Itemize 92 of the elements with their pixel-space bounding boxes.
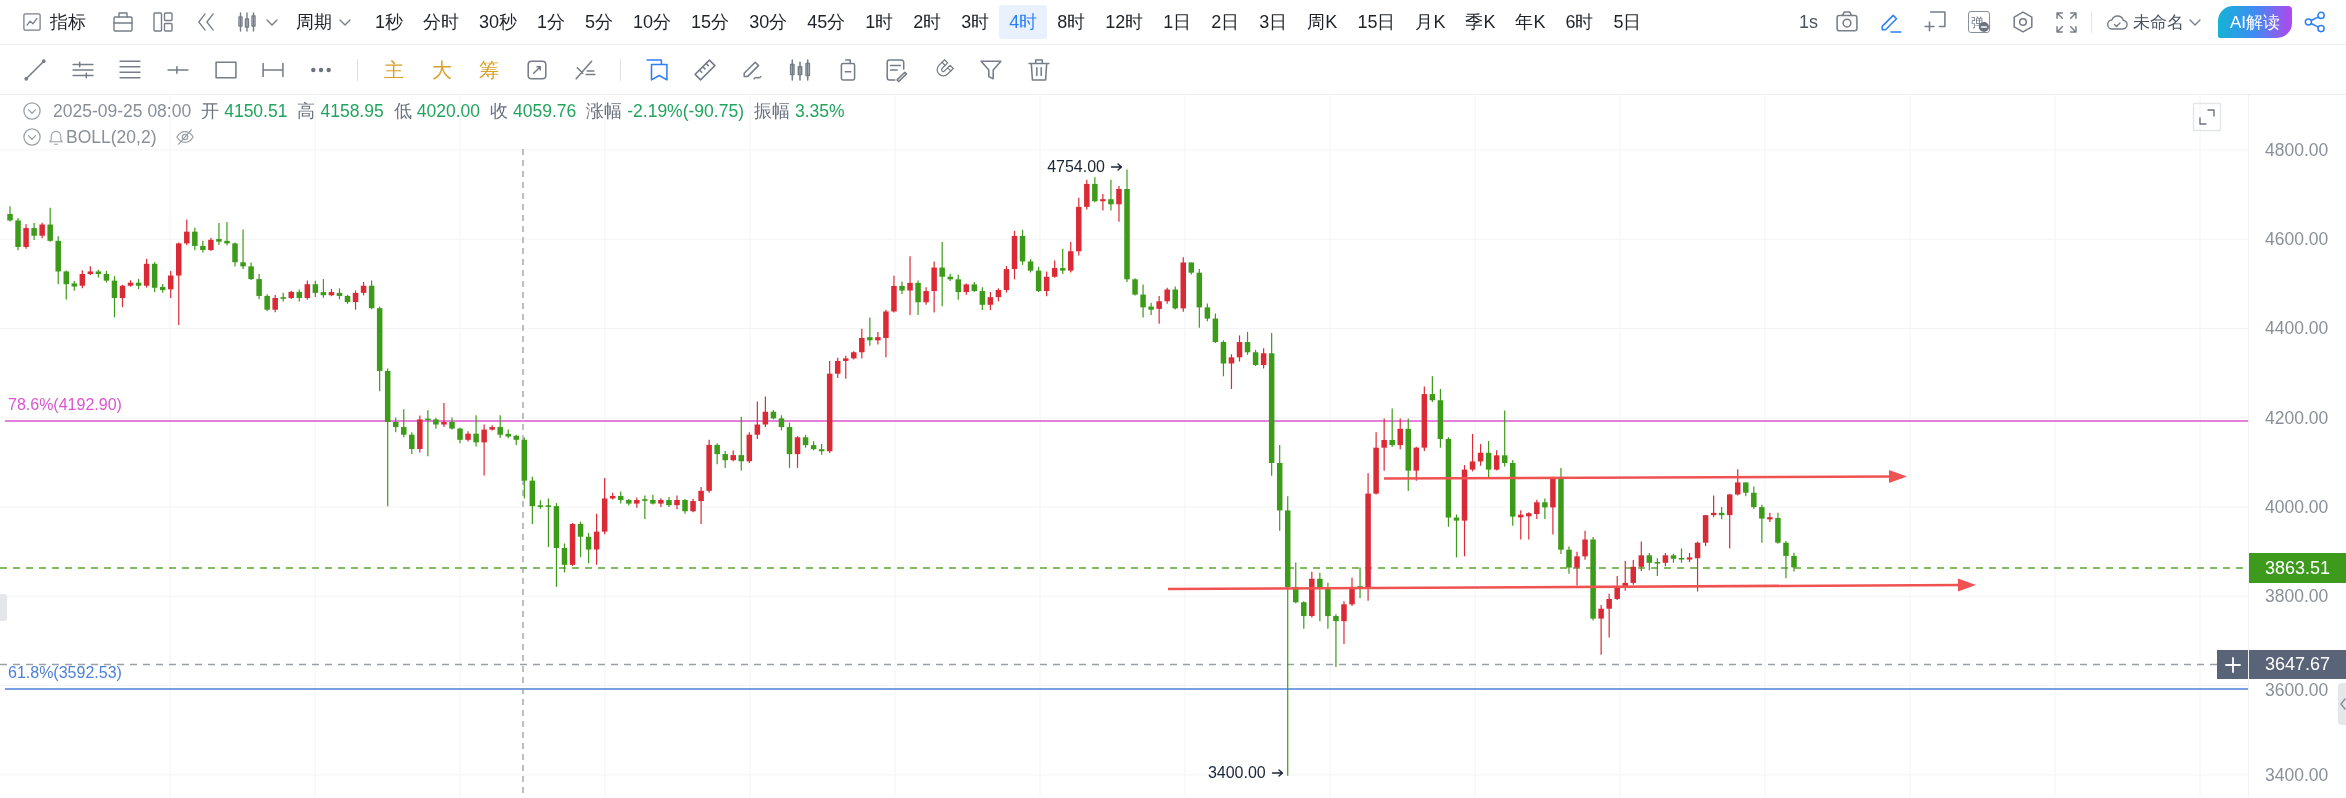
- interval-tab[interactable]: 2时: [903, 5, 952, 39]
- caret-icon: [339, 18, 351, 26]
- high-price-label: 4754.00: [1047, 157, 1105, 177]
- field-value: -2.19%(-90.75): [627, 100, 744, 122]
- interval-tab[interactable]: 周K: [1297, 5, 1348, 39]
- interval-tab[interactable]: 3时: [951, 5, 1000, 39]
- interval-tab[interactable]: 1秒: [365, 5, 413, 39]
- trash-icon[interactable]: [1027, 58, 1050, 81]
- side-handle[interactable]: [2338, 683, 2346, 725]
- ruler-icon[interactable]: [693, 58, 716, 81]
- fibonacci-level-label: 78.6%(4192.90): [8, 395, 122, 415]
- interval-tab[interactable]: 分时: [413, 5, 469, 39]
- field-label: 开: [201, 100, 220, 123]
- eye-off-icon[interactable]: [176, 128, 195, 146]
- arrow-icon: [1111, 163, 1122, 171]
- field-label: 高: [297, 100, 316, 123]
- price-label: 4400.00: [2265, 318, 2329, 339]
- interval-tab[interactable]: 12时: [1095, 5, 1154, 39]
- price-label: 3400.00: [2265, 764, 2329, 785]
- field-value: 3.35%: [794, 100, 845, 122]
- side-handle[interactable]: [0, 594, 7, 621]
- layout-name-button[interactable]: 未命名: [2105, 7, 2201, 37]
- share-icon[interactable]: [2304, 11, 2326, 33]
- interval-tab[interactable]: 5分: [575, 5, 624, 39]
- interval-tab[interactable]: 10分: [623, 5, 682, 39]
- interval-tab[interactable]: 15日: [1347, 5, 1406, 39]
- interval-tab[interactable]: 1时: [855, 5, 904, 39]
- period-button[interactable]: 周期: [296, 7, 351, 37]
- field-value: 4059.76: [512, 100, 577, 122]
- line-chart-icon: [23, 13, 41, 31]
- field-label: 涨幅: [586, 100, 623, 123]
- danmaku-button[interactable]: 弹: [1967, 11, 1990, 33]
- filter-icon[interactable]: [980, 58, 1003, 81]
- layout-icon[interactable]: [153, 12, 173, 32]
- line-segment-icon[interactable]: [24, 58, 46, 81]
- bookmark-icon[interactable]: [646, 58, 669, 81]
- double-chevron-left-icon[interactable]: [197, 13, 215, 31]
- candle-datetime: 2025-09-25 08:00: [53, 100, 192, 122]
- interval-tab[interactable]: 季K: [1455, 5, 1506, 39]
- horizontal-lines-icon[interactable]: [119, 58, 142, 81]
- fullscreen-icon[interactable]: [2055, 11, 2077, 33]
- chevron-circle-icon[interactable]: [23, 128, 41, 146]
- field-label: 收: [489, 100, 508, 123]
- interval-tab[interactable]: 8时: [1047, 5, 1096, 39]
- price-label: 4000.00: [2265, 497, 2329, 517]
- fibonacci-level-label: 61.8%(3592.53): [8, 663, 122, 683]
- price-label: 4600.00: [2265, 229, 2329, 250]
- interval-tab[interactable]: 2日: [1201, 5, 1250, 39]
- note-edit-icon[interactable]: [884, 58, 907, 81]
- crossed-lines-icon[interactable]: [573, 58, 596, 81]
- interval-tab[interactable]: 6时: [1555, 5, 1604, 39]
- indicator-name: BOLL(20,2): [66, 126, 157, 148]
- chevron-left-icon: [2338, 698, 2346, 710]
- low-price-label: 3400.00: [1207, 763, 1266, 783]
- caret-icon: [2188, 18, 2201, 26]
- panel-icon[interactable]: [113, 12, 133, 32]
- cloud-icon: [2105, 12, 2128, 32]
- field-label: 振幅: [753, 100, 790, 123]
- candlestick-icon: [237, 12, 257, 32]
- interval-tab[interactable]: 5日: [1603, 5, 1652, 39]
- bell-icon[interactable]: [48, 129, 64, 145]
- last-price-tag: 3863.51: [2249, 553, 2346, 583]
- field-label: 低: [393, 100, 412, 123]
- price-label: 3800.00: [2265, 586, 2329, 607]
- frame-plus-icon[interactable]: [1923, 11, 1946, 33]
- settings-icon[interactable]: [2011, 11, 2034, 33]
- interval-tab[interactable]: 月K: [1405, 5, 1456, 39]
- field-value: 4158.95: [320, 100, 384, 122]
- interval-tab[interactable]: 45分: [797, 5, 856, 39]
- candlestick-icon[interactable]: [789, 58, 812, 81]
- interval-tab[interactable]: 1日: [1153, 5, 1202, 39]
- expand-icon[interactable]: [2193, 103, 2221, 131]
- add-button[interactable]: [2217, 650, 2248, 679]
- price-label: 4200.00: [2265, 407, 2329, 428]
- interval-tab[interactable]: 30分: [739, 5, 798, 39]
- cursor-price-tag: 3647.67: [2249, 650, 2346, 679]
- interval-tab[interactable]: 15分: [681, 5, 740, 39]
- interval-tab[interactable]: 1分: [527, 5, 576, 39]
- chevron-circle-icon[interactable]: [23, 102, 41, 120]
- indicators-button[interactable]: 指标: [23, 7, 86, 37]
- caret-icon: [266, 18, 278, 26]
- camera-icon[interactable]: [1835, 11, 1858, 33]
- arrow-icon: [1271, 769, 1283, 777]
- interval-tab[interactable]: 30秒: [469, 5, 528, 39]
- refresh-rate-button[interactable]: 1s: [1798, 11, 1818, 33]
- field-value: 4020.00: [416, 100, 480, 122]
- interval-tab[interactable]: 3日: [1249, 5, 1298, 39]
- interval-tab[interactable]: 年K: [1505, 5, 1556, 39]
- price-label: 3600.00: [2265, 680, 2329, 700]
- field-value: 4150.51: [224, 100, 288, 122]
- plus-icon: [2224, 656, 2241, 673]
- price-label: 4800.00: [2265, 139, 2329, 160]
